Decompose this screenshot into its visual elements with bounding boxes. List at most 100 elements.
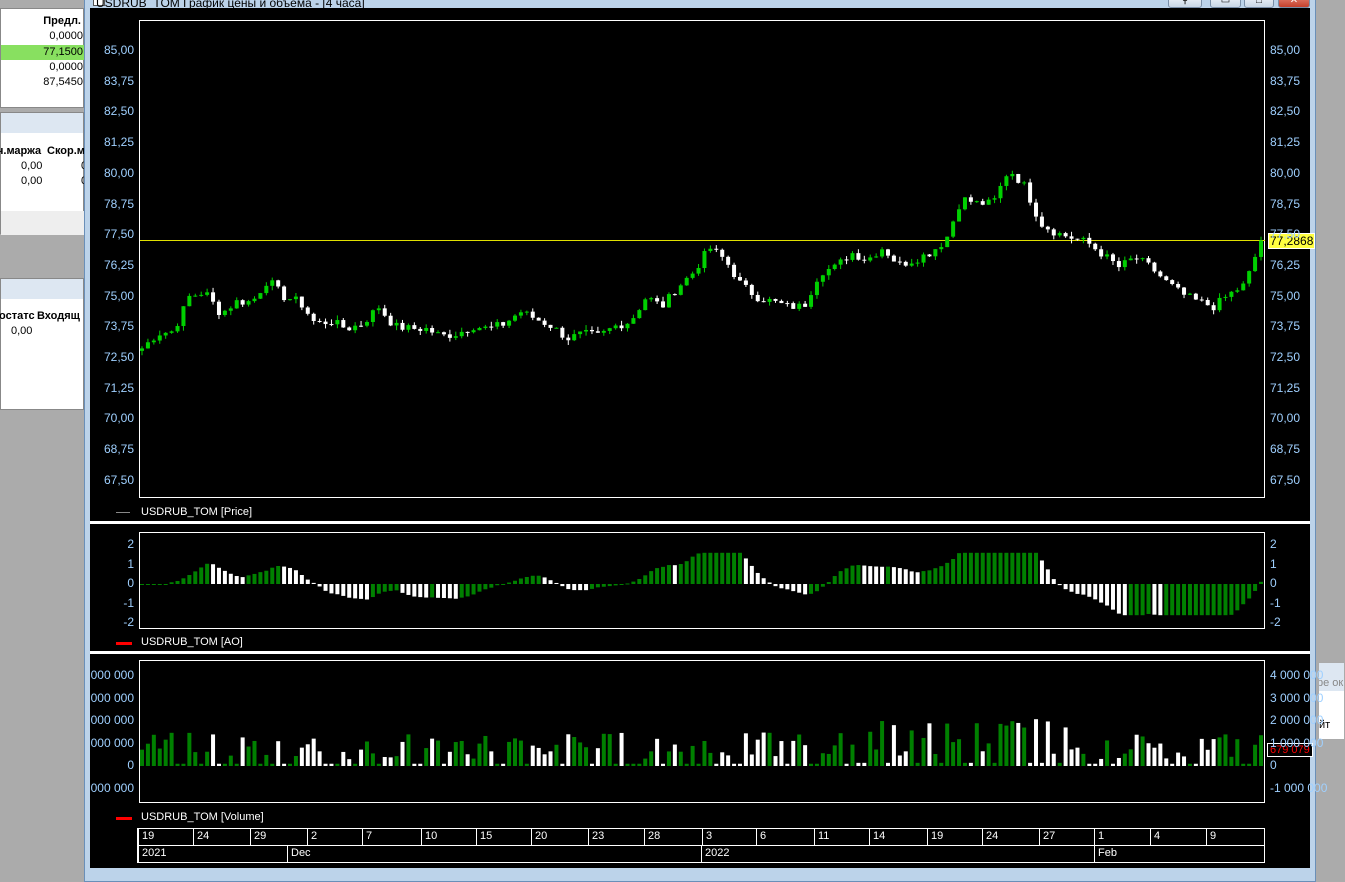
volume-bar [364, 741, 369, 766]
ao-bar [797, 584, 802, 593]
candle [311, 313, 316, 321]
candle [672, 294, 677, 296]
cell: 87,5450 [43, 76, 83, 88]
volume-bar [820, 753, 825, 766]
volume-bar [187, 732, 192, 766]
ao-bar [252, 573, 257, 584]
ao-bar [264, 570, 269, 584]
time-label-day: 14 [873, 830, 886, 842]
candle [228, 308, 233, 311]
volume-bar [394, 756, 399, 766]
ao-bar [364, 584, 369, 600]
candle [826, 269, 831, 276]
volume-bar [293, 756, 298, 766]
ao-bar [672, 565, 677, 584]
ao-bar [453, 584, 458, 599]
time-label-day: 19 [142, 830, 155, 842]
ao-bar [1039, 560, 1044, 584]
volume-bar [702, 740, 707, 766]
ao-bar [288, 567, 293, 584]
price-tick-left: 81,25 [103, 135, 134, 150]
candle [578, 331, 583, 335]
candle [1010, 173, 1015, 177]
ao-bar [814, 584, 819, 592]
ao-bar [311, 582, 316, 584]
ao-bar [809, 584, 814, 594]
ao-bar [276, 566, 281, 584]
ao-bar [222, 570, 227, 584]
ao-tick-left: 2 [127, 537, 134, 551]
candle [329, 324, 334, 326]
ao-bar [234, 576, 239, 584]
ao-bar [1081, 584, 1086, 595]
ao-bar [998, 552, 1003, 584]
candle [1116, 261, 1121, 268]
ao-bar [157, 584, 162, 585]
candle [814, 281, 819, 296]
ao-bar [1122, 584, 1127, 616]
column-header: Входящ [37, 310, 80, 322]
candle [388, 315, 393, 326]
volume-tick-left: 000 000 [90, 780, 134, 795]
volume-bar [412, 763, 417, 766]
candle [1235, 290, 1240, 292]
candle [252, 298, 257, 302]
candle [666, 294, 671, 308]
candle [862, 259, 867, 261]
ao-bar [1128, 584, 1133, 616]
ao-bar [779, 584, 784, 589]
candle [1028, 182, 1033, 203]
ao-bar [684, 561, 689, 584]
volume-bar [258, 763, 263, 766]
candle [1259, 240, 1263, 257]
price-tick-right: 75,00 [1270, 288, 1301, 303]
volume-bar [359, 749, 364, 766]
ao-bar [862, 565, 867, 584]
ao-tick-left: 0 [127, 576, 134, 590]
volume-bar [1205, 749, 1210, 766]
ao-bar [631, 581, 636, 584]
candle [803, 303, 808, 307]
column-header: ч.маржа [0, 145, 42, 157]
chart-area[interactable]: USDRUB_TOM [Price] USDRUB_TOM [AO] USDRU… [90, 8, 1327, 868]
ao-bar [1028, 552, 1033, 584]
ao-bar [726, 552, 731, 584]
ao-bar [803, 584, 808, 595]
quotes-table: Предл. 0,0000 77,1500 0,0000 87,5450 [0, 8, 85, 108]
ao-bar [441, 584, 446, 599]
candle [838, 259, 843, 265]
volume-bar [1146, 743, 1151, 766]
candle [1099, 249, 1104, 257]
close-button[interactable]: ✕ [1278, 0, 1310, 8]
volume-bar [1253, 744, 1258, 766]
candle [335, 320, 340, 325]
volume-bar [874, 749, 879, 766]
volume-bar [595, 748, 600, 766]
legend-line-icon [116, 817, 132, 820]
candle [607, 328, 612, 331]
candle [601, 330, 606, 333]
volume-bar [844, 763, 849, 766]
time-label-period: Feb [1098, 847, 1117, 859]
time-label-day: 11 [818, 830, 830, 842]
candle [690, 273, 695, 278]
ao-bar [228, 573, 233, 584]
minimize-button[interactable]: ▭ [1210, 0, 1241, 8]
maximize-button[interactable]: □ [1244, 0, 1274, 8]
candle [832, 264, 837, 270]
volume-bar [1093, 763, 1098, 766]
ao-bar [530, 575, 535, 584]
pin-button[interactable]: ⚲ [1168, 0, 1202, 8]
ao-bar [436, 584, 441, 598]
volume-bar [974, 723, 979, 766]
volume-bar [761, 732, 766, 766]
candle [637, 310, 642, 319]
volume-bar [1152, 747, 1157, 766]
candle [743, 280, 748, 285]
ao-bar [1116, 584, 1121, 614]
candle [489, 326, 494, 328]
candle [909, 263, 914, 266]
volume-bar [1004, 725, 1009, 766]
candle [1140, 258, 1145, 260]
ao-bar [649, 571, 654, 584]
